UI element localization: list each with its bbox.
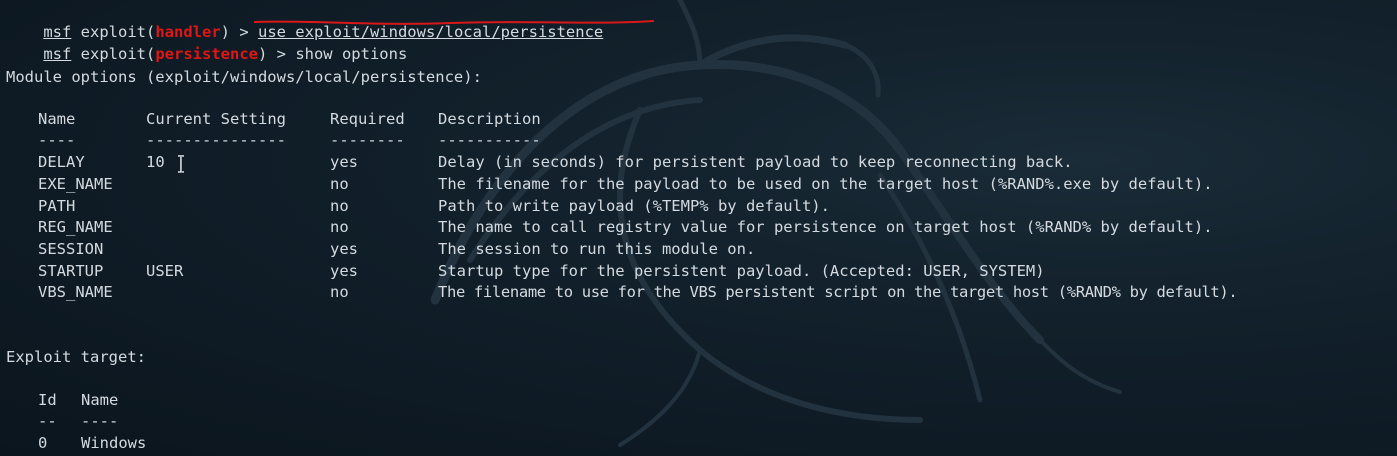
option-setting: USER: [146, 262, 184, 280]
exploit-target-heading: Exploit target:: [6, 348, 146, 366]
separator-name: ----: [81, 412, 119, 430]
separator-id: --: [38, 412, 57, 430]
option-description: The filename to use for the VBS persiste…: [438, 283, 1238, 301]
option-name: STARTUP: [38, 262, 104, 280]
target-id: 0: [38, 434, 48, 452]
command-line-1: msf exploit(handler) > use exploit/windo…: [6, 2, 603, 41]
option-description: The filename for the payload to be used …: [438, 175, 1213, 193]
separator-required: --------: [330, 131, 405, 149]
msf-prompt: msf: [43, 45, 72, 63]
column-header-name: Name: [38, 110, 76, 128]
option-description: Path to write payload (%TEMP% by default…: [438, 197, 830, 215]
option-name: DELAY: [38, 153, 85, 171]
column-header-current-setting: Current Setting: [146, 110, 286, 128]
column-header-name: Name: [81, 391, 119, 409]
option-description: Startup type for the persistent payload.…: [438, 262, 1045, 280]
column-header-required: Required: [330, 110, 405, 128]
module-options-heading: Module options (exploit/windows/local/pe…: [6, 68, 482, 86]
option-description: The name to call registry value for pers…: [438, 218, 1213, 236]
command-line-2: msf exploit(persistence) > show options: [6, 24, 407, 63]
separator-description: -----------: [438, 131, 541, 149]
text-cursor-ibeam-icon: [178, 155, 185, 174]
option-required: no: [330, 175, 349, 193]
column-header-id: Id: [38, 391, 57, 409]
column-header-description: Description: [438, 110, 541, 128]
terminal-window[interactable]: msf exploit(handler) > use exploit/windo…: [0, 0, 1397, 456]
prompt-prefix: exploit(: [71, 45, 156, 63]
option-required: no: [330, 197, 349, 215]
option-name: PATH: [38, 197, 76, 215]
option-name: SESSION: [38, 240, 104, 258]
option-name: REG_NAME: [38, 218, 113, 236]
option-name: VBS_NAME: [38, 283, 113, 301]
option-name: EXE_NAME: [38, 175, 113, 193]
option-required: yes: [330, 153, 358, 171]
option-required: yes: [330, 262, 358, 280]
separator-current-setting: ---------------: [146, 131, 286, 149]
prompt-suffix: ) >: [257, 45, 296, 63]
entered-command: show options: [295, 45, 408, 63]
target-name: Windows: [81, 434, 147, 452]
option-required: no: [330, 283, 349, 301]
option-setting: 10: [146, 153, 165, 171]
separator-name: ----: [38, 131, 76, 149]
active-module-name: persistence: [155, 45, 258, 63]
option-required: yes: [330, 240, 358, 258]
option-required: no: [330, 218, 349, 236]
option-description: The session to run this module on.: [438, 240, 756, 258]
option-description: Delay (in seconds) for persistent payloa…: [438, 153, 1073, 171]
